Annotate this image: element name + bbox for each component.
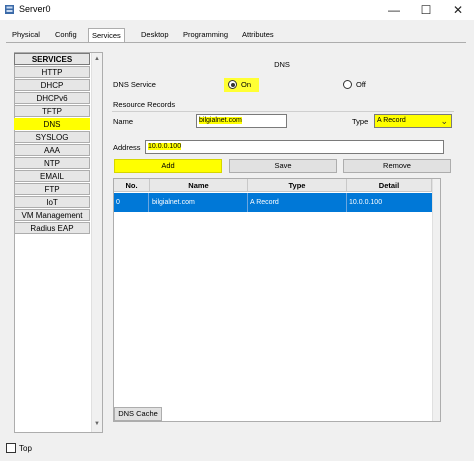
close-button[interactable]: ✕	[442, 0, 474, 20]
tab-attributes[interactable]: Attributes	[239, 28, 277, 42]
service-radius-eap[interactable]: Radius EAP	[14, 222, 90, 234]
service-ftp[interactable]: FTP	[14, 183, 90, 195]
service-aaa[interactable]: AAA	[14, 144, 90, 156]
column-detail[interactable]: Detail	[347, 179, 432, 192]
tab-desktop[interactable]: Desktop	[138, 28, 172, 42]
row-detail: 10.0.0.100	[349, 199, 383, 206]
tab-divider	[6, 42, 466, 43]
address-value: 10.0.0.100	[148, 143, 182, 150]
type-select-value: A Record	[377, 117, 406, 124]
save-button[interactable]: Save	[229, 159, 337, 173]
name-label: Name	[113, 117, 134, 126]
service-http[interactable]: HTTP	[14, 66, 90, 78]
scroll-down-arrow-icon[interactable]: ▼	[93, 420, 101, 428]
service-vm-management[interactable]: VM Management	[14, 209, 90, 221]
dns-off-label: Off	[356, 80, 366, 89]
server-app-icon	[4, 4, 15, 15]
row-name: bilgialnet.com	[152, 199, 195, 206]
row-divider	[247, 193, 248, 212]
services-scrollbar[interactable]	[91, 53, 102, 432]
table-scrollbar[interactable]	[432, 179, 440, 421]
name-input[interactable]: bilgialnet.com	[196, 114, 287, 128]
tab-physical[interactable]: Physical	[9, 28, 43, 42]
column-no[interactable]: No.	[114, 179, 150, 192]
column-name[interactable]: Name	[150, 179, 248, 192]
scroll-up-arrow-icon[interactable]: ▲	[93, 55, 101, 63]
dns-off-radio[interactable]	[343, 80, 352, 89]
service-ntp[interactable]: NTP	[14, 157, 90, 169]
top-label: Top	[19, 444, 32, 453]
dns-on-label: On	[241, 80, 252, 89]
dns-cache-button[interactable]: DNS Cache	[114, 407, 162, 421]
service-iot[interactable]: IoT	[14, 196, 90, 208]
chevron-down-icon: ⌄	[440, 116, 448, 126]
address-input[interactable]: 10.0.0.100	[145, 140, 444, 154]
service-email[interactable]: EMAIL	[14, 170, 90, 182]
service-dns[interactable]: DNS	[14, 118, 90, 130]
top-checkbox[interactable]	[6, 443, 16, 453]
dns-on-radio[interactable]	[228, 80, 237, 89]
add-button[interactable]: Add	[114, 159, 222, 173]
service-dhcpv6[interactable]: DHCPv6	[14, 92, 90, 104]
row-no: 0	[116, 199, 120, 206]
type-label: Type	[352, 117, 369, 126]
row-divider	[148, 193, 149, 212]
service-syslog[interactable]: SYSLOG	[14, 131, 90, 143]
service-tftp[interactable]: TFTP	[14, 105, 90, 117]
address-label: Address	[113, 143, 141, 152]
row-type: A Record	[250, 199, 279, 206]
window-title: Server0	[19, 4, 51, 14]
tab-config[interactable]: Config	[52, 28, 80, 42]
type-select[interactable]: A Record ⌄	[374, 114, 452, 128]
dns-service-label: DNS Service	[113, 80, 156, 89]
section-title: DNS	[274, 60, 290, 69]
tab-programming[interactable]: Programming	[180, 28, 231, 42]
tab-bar: Physical Config Services Desktop Program…	[6, 28, 466, 43]
name-value: bilgialnet.com	[199, 117, 242, 124]
records-table	[113, 178, 441, 422]
records-divider	[112, 111, 454, 112]
column-type[interactable]: Type	[248, 179, 347, 192]
services-header: SERVICES	[14, 53, 90, 65]
row-divider	[346, 193, 347, 212]
minimize-button[interactable]: —	[378, 0, 410, 20]
maximize-button[interactable]: ☐	[410, 0, 442, 20]
remove-button[interactable]: Remove	[343, 159, 451, 173]
tab-services[interactable]: Services	[88, 28, 125, 43]
service-dhcp[interactable]: DHCP	[14, 79, 90, 91]
resource-records-label: Resource Records	[113, 100, 176, 109]
